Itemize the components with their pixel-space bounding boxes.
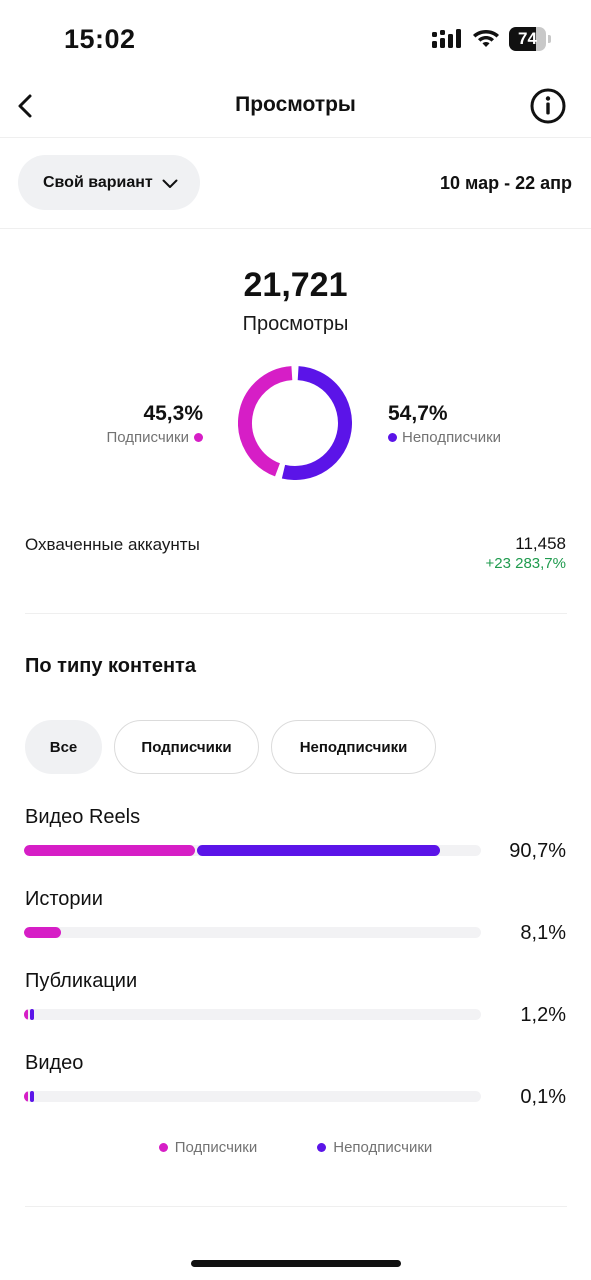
- legend-dot-followers: [158, 1143, 168, 1152]
- chip-non-followers[interactable]: Неподписчики: [271, 720, 436, 774]
- divider: [25, 1206, 567, 1207]
- accounts-reached-delta: +23 283,7%: [485, 555, 567, 572]
- divider: [25, 613, 567, 614]
- accounts-reached-value: 11,458: [515, 534, 566, 553]
- content-row-bar: [24, 1091, 481, 1102]
- bar-segment-followers: [24, 1009, 28, 1020]
- screen: 15:02 74 Просмотры Свой вариант 10 мар -…: [0, 0, 591, 1280]
- filter-row: Свой вариант 10 мар - 22 апр: [0, 139, 591, 229]
- legend-item-followers: Подписчики: [158, 1139, 258, 1156]
- content-row-bar: [24, 927, 481, 938]
- bar-segment-non-followers: [30, 1091, 34, 1102]
- chip-all[interactable]: Все: [25, 720, 102, 774]
- total-views-label: Просмотры: [242, 313, 349, 335]
- bar-segment-non-followers: [197, 845, 441, 856]
- views-donut-chart: [238, 366, 352, 480]
- donut-segment-non-followers: [281, 366, 352, 480]
- bar-segment-followers: [24, 1091, 28, 1102]
- legend-item-non-followers: Неподписчики: [317, 1139, 432, 1156]
- bar-segment-followers: [24, 845, 196, 856]
- date-range-dropdown-label: Свой вариант: [43, 173, 153, 191]
- non-followers-label: Неподписчики: [402, 429, 502, 446]
- content-row-label: Истории: [25, 888, 103, 910]
- non-followers-percent: 54,7%: [388, 402, 448, 425]
- donut-segment-followers: [238, 366, 293, 477]
- date-range-dropdown[interactable]: Свой вариант: [18, 155, 200, 210]
- info-circle-icon[interactable]: [528, 86, 568, 126]
- battery-icon: 74: [509, 27, 551, 51]
- accounts-reached-label: Охваченные аккаунты: [25, 535, 200, 554]
- status-bar: 15:02 74: [0, 0, 591, 80]
- bar-segment-non-followers: [30, 1009, 34, 1020]
- followers-dot: [194, 433, 203, 442]
- chip-followers[interactable]: Подписчики: [114, 720, 259, 774]
- followers-split: 45,3% Подписчики: [106, 402, 203, 446]
- content-type-title: По типу контента: [25, 655, 196, 677]
- legend-label-followers: Подписчики: [174, 1139, 258, 1156]
- followers-percent: 45,3%: [143, 402, 203, 425]
- content-row-bar: [24, 845, 481, 856]
- content-row-percent: 0,1%: [520, 1086, 566, 1108]
- content-legend: Подписчики Неподписчики: [0, 1139, 591, 1156]
- top-nav: Просмотры: [0, 80, 591, 138]
- non-followers-split: 54,7% Неподписчики: [388, 402, 501, 446]
- content-row-label: Видео Reels: [25, 806, 141, 828]
- total-views-value: 21,721: [243, 266, 348, 304]
- non-followers-dot: [388, 433, 397, 442]
- content-row-percent: 8,1%: [520, 922, 566, 944]
- chevron-down-icon: [162, 179, 178, 188]
- bar-segment-followers: [24, 927, 62, 938]
- wifi-icon: [473, 30, 499, 47]
- home-indicator[interactable]: [191, 1260, 401, 1267]
- legend-label-non-followers: Неподписчики: [333, 1139, 433, 1156]
- followers-label: Подписчики: [106, 429, 189, 446]
- signal-icon: [432, 29, 461, 48]
- content-row-percent: 1,2%: [520, 1004, 566, 1026]
- content-row-bar: [24, 1009, 481, 1020]
- battery-level: 74: [518, 29, 537, 48]
- page-title: Просмотры: [235, 93, 356, 116]
- content-row-label: Публикации: [25, 970, 138, 992]
- content-row-label: Видео: [25, 1052, 84, 1074]
- date-range-text: 10 мар - 22 апр: [439, 173, 572, 193]
- status-time: 15:02: [64, 24, 136, 54]
- legend-dot-non-followers: [317, 1143, 327, 1152]
- content-row-percent: 90,7%: [509, 840, 566, 862]
